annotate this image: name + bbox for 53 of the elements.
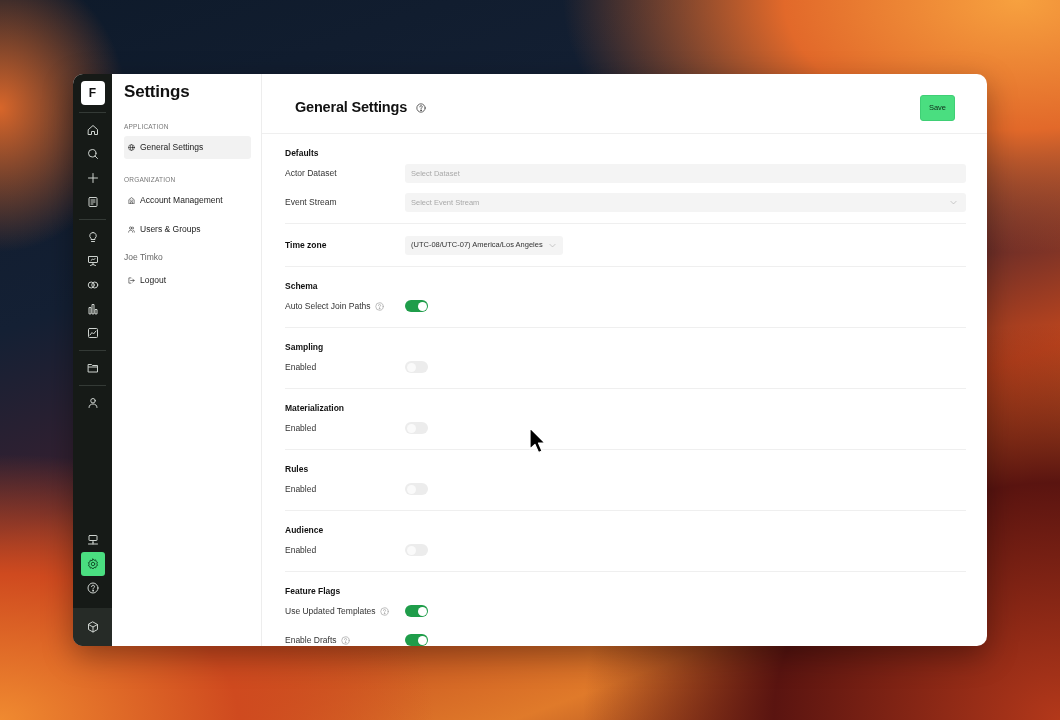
- page-title: General Settings: [295, 97, 408, 117]
- search-icon: [86, 148, 99, 160]
- section-title: Sampling: [285, 341, 324, 354]
- help-icon: [86, 582, 99, 594]
- workspace-switcher[interactable]: [73, 608, 112, 646]
- user-name: Joe Timko: [124, 251, 163, 263]
- field-label: Enabled: [285, 543, 317, 557]
- section-title: Defaults: [285, 147, 319, 160]
- sidebar-nav-link[interactable]: Users & Groups: [124, 218, 251, 241]
- sidebar-title: Settings: [124, 82, 191, 102]
- user-icon: [86, 397, 99, 409]
- field-label: Enabled: [285, 482, 317, 496]
- document-icon: [86, 196, 99, 208]
- sidebar-nav-link[interactable]: General Settings: [124, 136, 251, 159]
- line-chart-icon: [86, 327, 99, 339]
- bar-chart-icon: [86, 303, 99, 315]
- overlapping-circles-icon: [86, 279, 99, 291]
- app-logo[interactable]: F: [80, 81, 105, 105]
- section-title: Rules: [285, 463, 309, 476]
- logout-link[interactable]: Logout: [124, 270, 251, 290]
- users-icon: [128, 226, 135, 233]
- section-title: Time zone: [285, 239, 327, 252]
- rail-nav-button[interactable]: [80, 552, 105, 576]
- globe-icon: [128, 144, 135, 151]
- toggle-switch[interactable]: [405, 605, 428, 617]
- field-label: Enabled: [285, 421, 317, 435]
- sidebar-nav-link[interactable]: Account Management: [124, 189, 251, 212]
- presentation-board-icon: [86, 255, 99, 267]
- toggle-switch[interactable]: [405, 300, 428, 312]
- field-label: Use Updated Templates: [285, 604, 376, 618]
- chevron-down-icon: [548, 241, 556, 249]
- section-title: Schema: [285, 280, 318, 293]
- bracket-arrow-icon: [128, 276, 135, 284]
- help-icon[interactable]: [416, 102, 427, 113]
- section-title: Materialization: [285, 402, 345, 415]
- home-icon: [86, 124, 99, 136]
- field-label: Actor Dataset: [285, 166, 337, 180]
- field-label: Enabled: [285, 360, 317, 374]
- mouse-pointer-icon: [529, 427, 547, 454]
- building-icon: [128, 197, 135, 204]
- lightbulb-icon: [86, 231, 99, 243]
- chevron-down-icon: [950, 198, 957, 206]
- field-label: Event Stream: [285, 195, 337, 209]
- settings-icon: [86, 558, 99, 570]
- toggle-switch[interactable]: [405, 634, 428, 646]
- cube-icon: [86, 621, 99, 633]
- field-label: Enable Drafts: [285, 633, 337, 646]
- network-icon: [86, 534, 99, 546]
- section-title: Feature Flags: [285, 585, 341, 598]
- folder-icon: [86, 362, 99, 374]
- section-title: Audience: [285, 524, 324, 537]
- field-label: Auto Select Join Paths: [285, 299, 371, 313]
- plus-icon: [86, 172, 99, 184]
